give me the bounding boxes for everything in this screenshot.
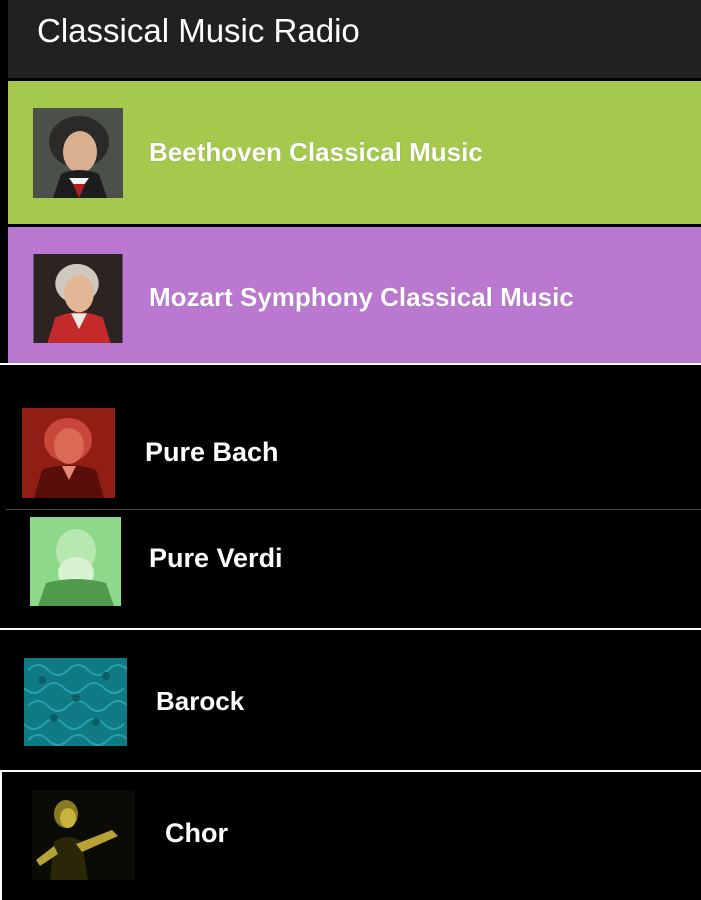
divider — [0, 363, 701, 365]
barock-pattern-icon — [24, 658, 127, 746]
divider — [0, 628, 701, 630]
bach-portrait-icon — [22, 408, 115, 498]
verdi-portrait-icon — [30, 517, 121, 606]
station-label-verdi: Pure Verdi — [149, 543, 283, 573]
station-label-beethoven: Beethoven Classical Music — [149, 137, 483, 167]
station-label-chor: Chor — [165, 818, 228, 848]
app-bar: Classical Music Radio — [8, 0, 701, 78]
choir-singer-icon — [32, 790, 135, 880]
station-item-verdi[interactable]: Pure Verdi — [0, 510, 701, 628]
station-label-barock: Barock — [156, 686, 245, 716]
station-item-mozart[interactable]: Mozart Symphony Classical Music — [8, 227, 701, 363]
app-title: Classical Music Radio — [37, 12, 360, 49]
mozart-portrait-icon — [33, 254, 123, 343]
station-label-bach: Pure Bach — [145, 437, 279, 467]
station-label-mozart: Mozart Symphony Classical Music — [149, 282, 574, 312]
station-item-beethoven[interactable]: Beethoven Classical Music — [8, 81, 701, 224]
station-item-bach[interactable]: Pure Bach — [0, 394, 701, 508]
beethoven-portrait-icon — [33, 108, 123, 198]
app-root: Classical Music Radio Beethoven Classica… — [0, 0, 701, 900]
station-item-chor[interactable]: Chor — [2, 772, 701, 900]
station-item-barock[interactable]: Barock — [0, 631, 701, 770]
